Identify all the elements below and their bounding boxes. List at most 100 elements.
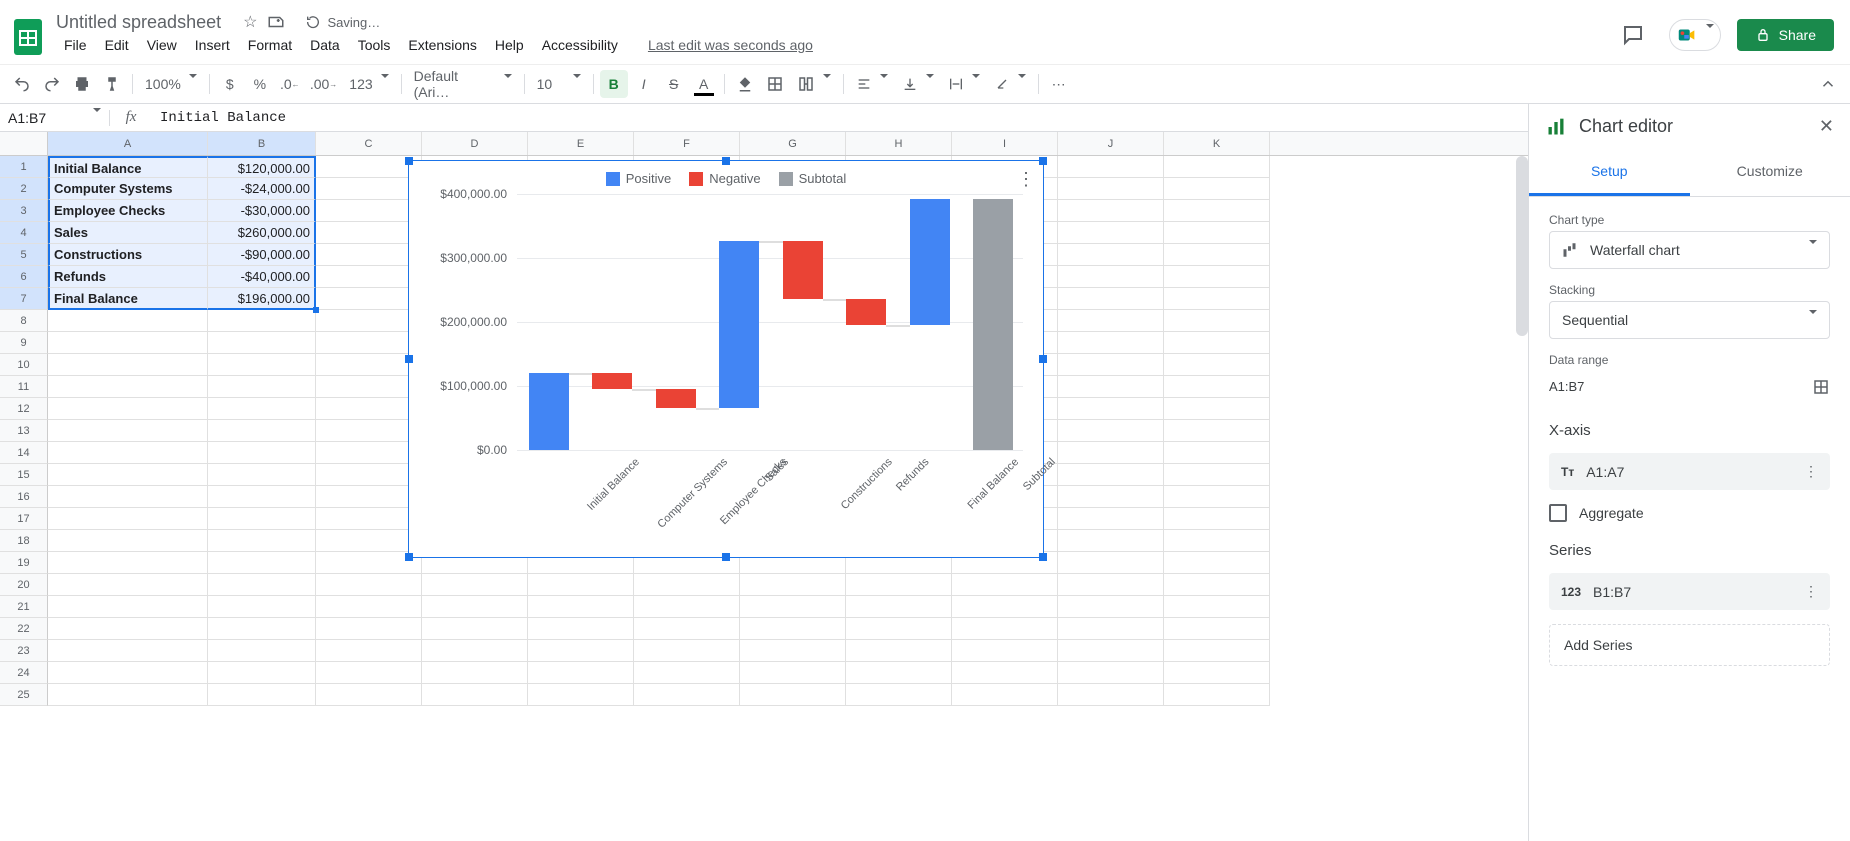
cell[interactable] xyxy=(1058,200,1164,222)
meet-button[interactable] xyxy=(1669,19,1721,51)
cell[interactable] xyxy=(1164,376,1270,398)
cell[interactable] xyxy=(634,684,740,706)
cell[interactable] xyxy=(740,574,846,596)
resize-handle[interactable] xyxy=(405,553,413,561)
cell[interactable] xyxy=(48,618,208,640)
cell[interactable] xyxy=(1164,530,1270,552)
cell[interactable] xyxy=(48,486,208,508)
cell[interactable] xyxy=(528,684,634,706)
cell[interactable] xyxy=(1164,398,1270,420)
row-header[interactable]: 22 xyxy=(0,618,48,640)
cell[interactable] xyxy=(528,596,634,618)
row-header[interactable]: 11 xyxy=(0,376,48,398)
cell[interactable] xyxy=(1058,662,1164,684)
cell[interactable] xyxy=(1164,266,1270,288)
cell[interactable] xyxy=(1164,596,1270,618)
formula-input[interactable]: Initial Balance xyxy=(152,110,1528,126)
cell[interactable] xyxy=(740,596,846,618)
cell[interactable] xyxy=(316,178,422,200)
collapse-toolbar-icon[interactable] xyxy=(1814,70,1842,98)
spreadsheet-grid[interactable]: ABCDEFGHIJK1Initial Balance$120,000.002C… xyxy=(0,132,1528,841)
cell[interactable] xyxy=(1058,332,1164,354)
cell[interactable] xyxy=(316,618,422,640)
cell[interactable] xyxy=(48,354,208,376)
cell[interactable] xyxy=(1058,288,1164,310)
column-header[interactable]: C xyxy=(316,132,422,155)
row-header[interactable]: 10 xyxy=(0,354,48,376)
cell[interactable] xyxy=(316,288,422,310)
resize-handle[interactable] xyxy=(405,355,413,363)
column-header[interactable]: B xyxy=(208,132,316,155)
row-header[interactable]: 21 xyxy=(0,596,48,618)
cell[interactable]: -$40,000.00 xyxy=(208,266,316,288)
valign-button[interactable] xyxy=(896,70,940,98)
cell[interactable]: -$24,000.00 xyxy=(208,178,316,200)
cell[interactable] xyxy=(48,508,208,530)
cell[interactable] xyxy=(48,574,208,596)
chart-type-select[interactable]: Waterfall chart xyxy=(1549,231,1830,269)
row-header[interactable]: 6 xyxy=(0,266,48,288)
document-name[interactable]: Untitled spreadsheet xyxy=(56,12,221,33)
cell[interactable] xyxy=(48,530,208,552)
print-icon[interactable] xyxy=(68,70,96,98)
more-icon[interactable]: ⋮ xyxy=(1804,583,1818,600)
cell[interactable] xyxy=(48,442,208,464)
row-header[interactable]: 18 xyxy=(0,530,48,552)
cell[interactable] xyxy=(422,596,528,618)
cell[interactable] xyxy=(316,662,422,684)
column-header[interactable]: A xyxy=(48,132,208,155)
menu-edit[interactable]: Edit xyxy=(97,33,137,57)
paint-format-icon[interactable] xyxy=(98,70,126,98)
cell[interactable] xyxy=(1164,464,1270,486)
cell[interactable] xyxy=(846,618,952,640)
cell[interactable] xyxy=(208,354,316,376)
cell[interactable]: $120,000.00 xyxy=(208,156,316,178)
tab-customize[interactable]: Customize xyxy=(1690,149,1850,196)
cell[interactable] xyxy=(1058,464,1164,486)
cell[interactable] xyxy=(316,200,422,222)
cell[interactable] xyxy=(208,310,316,332)
cell[interactable] xyxy=(1058,596,1164,618)
cell[interactable] xyxy=(1164,200,1270,222)
cell[interactable] xyxy=(634,662,740,684)
vertical-scrollbar[interactable] xyxy=(1516,156,1528,336)
cell[interactable] xyxy=(316,508,422,530)
halign-button[interactable] xyxy=(850,70,894,98)
cell[interactable] xyxy=(952,574,1058,596)
select-all-corner[interactable] xyxy=(0,132,48,155)
row-header[interactable]: 7 xyxy=(0,288,48,310)
more-toolbar-icon[interactable]: ⋯ xyxy=(1045,70,1073,98)
cell[interactable] xyxy=(316,442,422,464)
cell[interactable] xyxy=(208,464,316,486)
row-header[interactable]: 16 xyxy=(0,486,48,508)
cell[interactable] xyxy=(1164,574,1270,596)
close-icon[interactable]: ✕ xyxy=(1819,116,1834,137)
row-header[interactable]: 24 xyxy=(0,662,48,684)
cell[interactable] xyxy=(316,640,422,662)
resize-handle[interactable] xyxy=(722,157,730,165)
xaxis-range-pill[interactable]: Tᴛ A1:A7 ⋮ xyxy=(1549,453,1830,490)
cell[interactable] xyxy=(1058,354,1164,376)
cell[interactable] xyxy=(1058,178,1164,200)
cell[interactable] xyxy=(1164,640,1270,662)
cell[interactable] xyxy=(1058,222,1164,244)
cell[interactable] xyxy=(422,574,528,596)
cell[interactable] xyxy=(1164,332,1270,354)
cell[interactable]: Initial Balance xyxy=(48,156,208,178)
cell[interactable] xyxy=(208,684,316,706)
cell[interactable] xyxy=(740,684,846,706)
resize-handle[interactable] xyxy=(722,553,730,561)
cell[interactable] xyxy=(208,376,316,398)
row-header[interactable]: 3 xyxy=(0,200,48,222)
cell[interactable] xyxy=(208,640,316,662)
data-range-value[interactable]: A1:B7 xyxy=(1549,371,1804,402)
cell[interactable] xyxy=(422,662,528,684)
cell[interactable] xyxy=(634,618,740,640)
cell[interactable] xyxy=(1164,618,1270,640)
column-header[interactable]: K xyxy=(1164,132,1270,155)
cell[interactable] xyxy=(1058,618,1164,640)
cell[interactable] xyxy=(1164,222,1270,244)
cell[interactable]: -$90,000.00 xyxy=(208,244,316,266)
cell[interactable] xyxy=(1164,178,1270,200)
cell[interactable] xyxy=(1164,244,1270,266)
